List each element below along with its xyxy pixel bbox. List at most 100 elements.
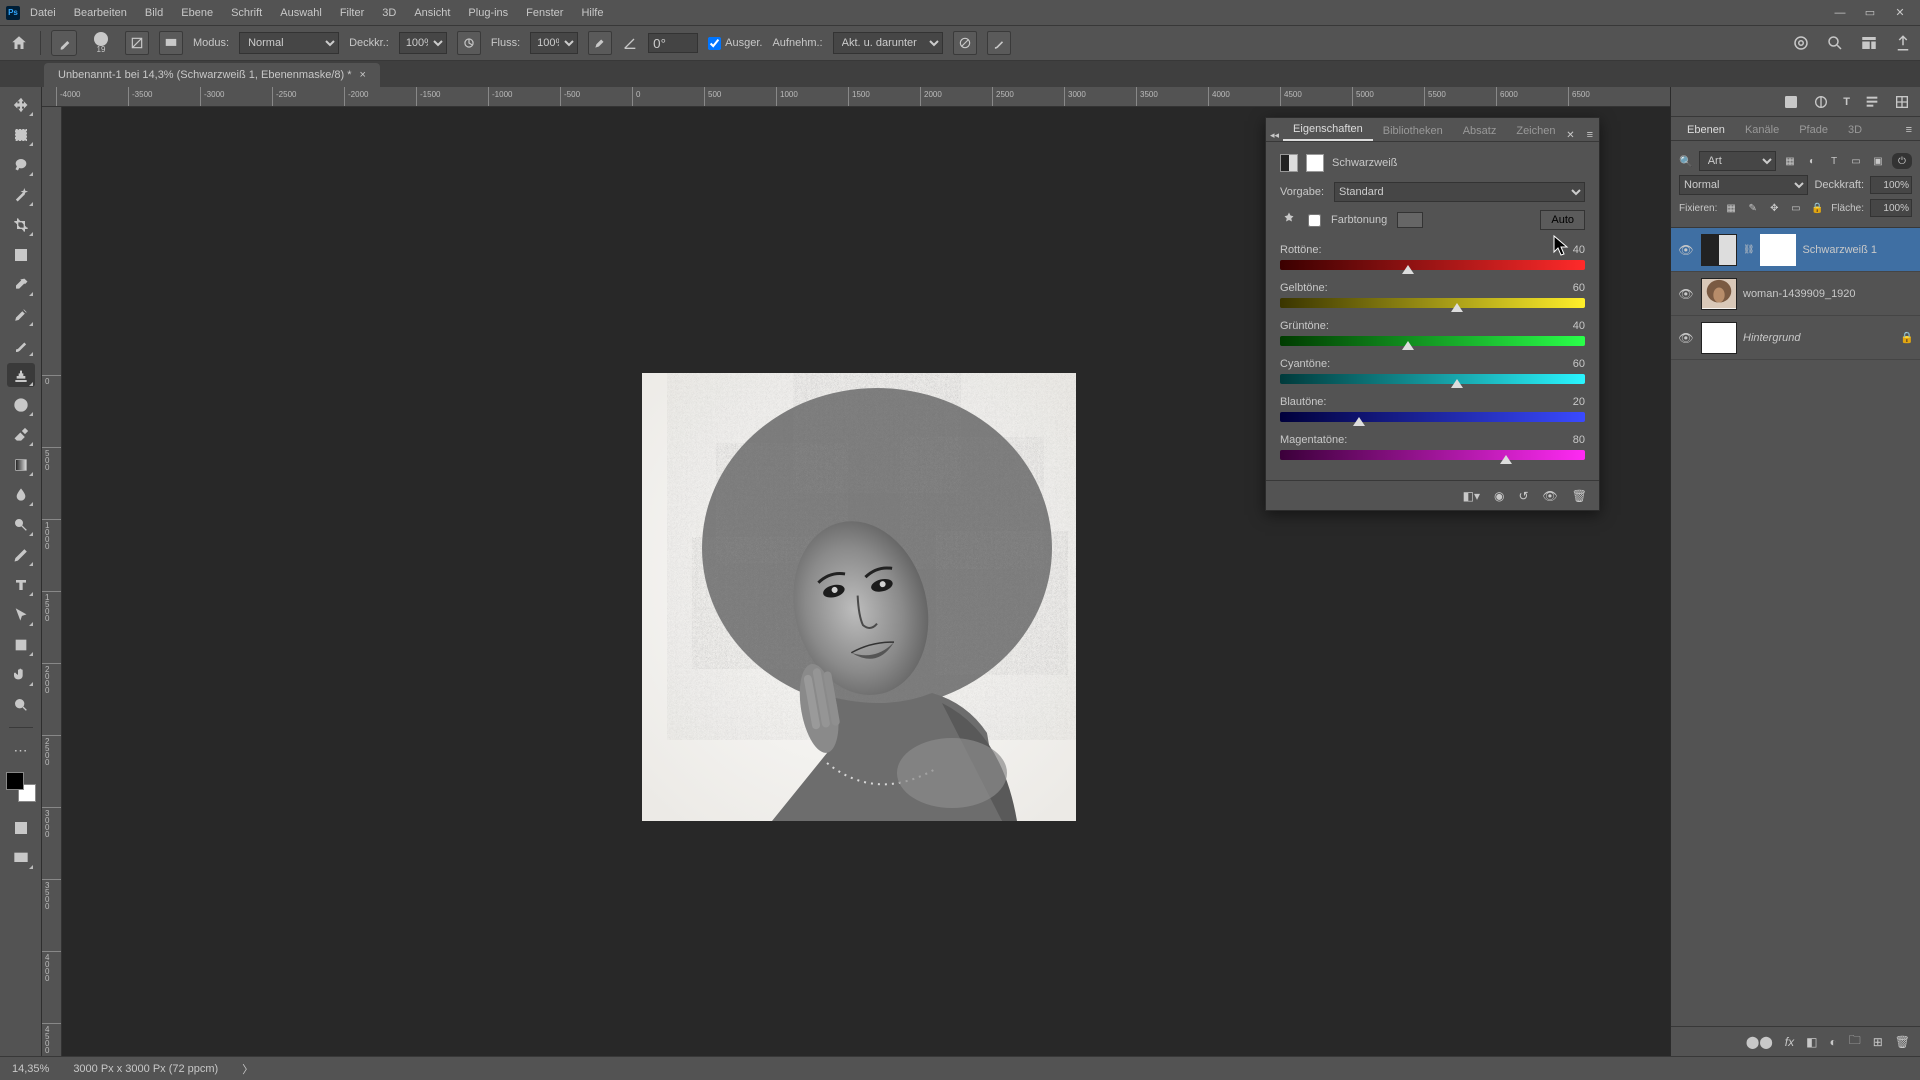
quickmask-toggle[interactable] bbox=[7, 816, 35, 840]
pressure-size-toggle[interactable] bbox=[987, 31, 1011, 55]
dock-adjust-icon[interactable] bbox=[1813, 94, 1829, 110]
airbrush-toggle[interactable] bbox=[588, 31, 612, 55]
filter-pixel-icon[interactable]: ▦ bbox=[1782, 153, 1798, 169]
auto-button[interactable]: Auto bbox=[1540, 210, 1585, 230]
new-fill-adjust-icon[interactable]: ◐ bbox=[1829, 1035, 1836, 1049]
home-button[interactable] bbox=[8, 32, 30, 54]
pen-tool[interactable] bbox=[7, 543, 35, 567]
view-previous-icon[interactable]: ◉ bbox=[1494, 489, 1504, 503]
lock-all-icon[interactable]: 🔒 bbox=[1810, 200, 1826, 216]
slider-1[interactable] bbox=[1280, 294, 1585, 312]
brush-angle-input[interactable] bbox=[648, 33, 698, 53]
tab-3d[interactable]: 3D bbox=[1838, 120, 1872, 140]
panel-collapse-icon[interactable]: ◂◂ bbox=[1270, 130, 1279, 141]
slider-5[interactable] bbox=[1280, 446, 1585, 464]
foreground-background-colors[interactable] bbox=[6, 772, 36, 802]
document-tab[interactable]: Unbenannt-1 bei 14,3% (Schwarzweiß 1, Eb… bbox=[44, 63, 380, 87]
panel-close-icon[interactable]: ✕ bbox=[1566, 130, 1574, 141]
link-layers-icon[interactable]: ⬤⬤ bbox=[1746, 1035, 1773, 1049]
tab-zeichen[interactable]: Zeichen bbox=[1506, 121, 1565, 141]
tab-kanaele[interactable]: Kanäle bbox=[1735, 120, 1789, 140]
docinfo-flyout[interactable]: 〉 bbox=[242, 1061, 253, 1077]
layer-lock-icon[interactable]: 🔒 bbox=[1900, 331, 1914, 344]
lock-transparent-icon[interactable]: ▦ bbox=[1723, 200, 1739, 216]
share-icon[interactable] bbox=[1894, 34, 1912, 52]
menu-plugins[interactable]: Plug-ins bbox=[468, 7, 508, 19]
healing-brush-tool[interactable] bbox=[7, 303, 35, 327]
brush-settings-toggle[interactable] bbox=[125, 31, 149, 55]
menu-datei[interactable]: Datei bbox=[30, 7, 56, 19]
tab-ebenen[interactable]: Ebenen bbox=[1677, 120, 1735, 140]
add-mask-icon[interactable]: ◧ bbox=[1806, 1035, 1817, 1049]
layer-filter-type[interactable]: Art bbox=[1699, 151, 1776, 171]
slider-4[interactable] bbox=[1280, 408, 1585, 426]
crop-tool[interactable] bbox=[7, 213, 35, 237]
sample-select[interactable]: Akt. u. darunter bbox=[833, 32, 943, 54]
menu-auswahl[interactable]: Auswahl bbox=[280, 7, 322, 19]
tint-swatch[interactable] bbox=[1397, 212, 1423, 228]
edit-toolbar[interactable]: ⋯ bbox=[7, 738, 35, 762]
filter-toggle[interactable]: ⏻ bbox=[1892, 153, 1912, 169]
tint-checkbox[interactable] bbox=[1308, 214, 1321, 227]
reset-icon[interactable]: ↺ bbox=[1518, 489, 1528, 503]
menu-fenster[interactable]: Fenster bbox=[526, 7, 563, 19]
layer-fx-icon[interactable]: fx bbox=[1785, 1035, 1794, 1049]
zoom-level[interactable]: 14,35% bbox=[12, 1063, 49, 1075]
lock-artboard-icon[interactable]: ▭ bbox=[1788, 200, 1804, 216]
menu-bild[interactable]: Bild bbox=[145, 7, 163, 19]
menu-ansicht[interactable]: Ansicht bbox=[414, 7, 450, 19]
tab-eigenschaften[interactable]: Eigenschaften bbox=[1283, 119, 1373, 141]
dock-color-icon[interactable] bbox=[1783, 94, 1799, 110]
layer-opacity-input[interactable] bbox=[1870, 176, 1912, 194]
move-tool[interactable] bbox=[7, 93, 35, 117]
delete-adjustment-icon[interactable]: 🗑 bbox=[1572, 489, 1587, 503]
layer-fill-input[interactable] bbox=[1870, 199, 1912, 217]
layer-visibility-2[interactable]: 👁 bbox=[1677, 331, 1695, 345]
zoom-tool[interactable] bbox=[7, 693, 35, 717]
menu-hilfe[interactable]: Hilfe bbox=[581, 7, 603, 19]
search-icon[interactable] bbox=[1826, 34, 1844, 52]
menu-schrift[interactable]: Schrift bbox=[231, 7, 262, 19]
tab-bibliotheken[interactable]: Bibliotheken bbox=[1373, 121, 1453, 141]
ruler-horizontal[interactable]: -4000-3500-3000-2500-2000-1500-1000-5000… bbox=[42, 87, 1670, 107]
menu-3d[interactable]: 3D bbox=[382, 7, 396, 19]
slider-0[interactable] bbox=[1280, 256, 1585, 274]
canvas-board-toggle[interactable] bbox=[159, 31, 183, 55]
dock-glyph-icon[interactable] bbox=[1894, 94, 1910, 110]
blur-tool[interactable] bbox=[7, 483, 35, 507]
layer-visibility-0[interactable]: 👁 bbox=[1677, 243, 1695, 257]
slider-2[interactable] bbox=[1280, 332, 1585, 350]
toggle-visibility-icon[interactable]: 👁 bbox=[1543, 489, 1558, 503]
lock-pixels-icon[interactable]: ✎ bbox=[1745, 200, 1761, 216]
cloud-docs-icon[interactable] bbox=[1792, 34, 1810, 52]
frame-tool[interactable] bbox=[7, 243, 35, 267]
path-selection-tool[interactable] bbox=[7, 603, 35, 627]
window-maximize[interactable]: ▭ bbox=[1856, 3, 1884, 23]
lasso-tool[interactable] bbox=[7, 153, 35, 177]
properties-panel[interactable]: ◂◂ Eigenschaften Bibliotheken Absatz Zei… bbox=[1265, 117, 1600, 511]
new-group-icon[interactable]: 🗀 bbox=[1849, 1031, 1861, 1052]
tab-pfade[interactable]: Pfade bbox=[1789, 120, 1838, 140]
tool-preset-picker[interactable] bbox=[51, 30, 77, 56]
type-tool[interactable] bbox=[7, 573, 35, 597]
targeted-adjust-icon[interactable] bbox=[1280, 211, 1298, 229]
opacity-select[interactable]: 100% bbox=[399, 32, 447, 54]
shape-tool[interactable] bbox=[7, 633, 35, 657]
filter-shape-icon[interactable]: ▭ bbox=[1848, 153, 1864, 169]
window-minimize[interactable]: — bbox=[1826, 3, 1854, 23]
layer-blend-select[interactable]: Normal bbox=[1679, 175, 1808, 195]
gradient-tool[interactable] bbox=[7, 453, 35, 477]
marquee-tool[interactable] bbox=[7, 123, 35, 147]
tab-absatz[interactable]: Absatz bbox=[1453, 121, 1507, 141]
eyedropper-tool[interactable] bbox=[7, 273, 35, 297]
layer-row-2[interactable]: 👁Hintergrund🔒 bbox=[1671, 316, 1920, 360]
aligned-checkbox[interactable] bbox=[708, 37, 721, 50]
brush-preset-picker[interactable]: 19 bbox=[87, 29, 115, 57]
blend-mode-select[interactable]: Normal bbox=[239, 32, 339, 54]
slider-3[interactable] bbox=[1280, 370, 1585, 388]
menu-ebene[interactable]: Ebene bbox=[181, 7, 213, 19]
brush-tool[interactable] bbox=[7, 333, 35, 357]
menu-filter[interactable]: Filter bbox=[340, 7, 364, 19]
document-info[interactable]: 3000 Px x 3000 Px (72 ppcm) bbox=[73, 1063, 218, 1075]
filter-smart-icon[interactable]: ▣ bbox=[1870, 153, 1886, 169]
